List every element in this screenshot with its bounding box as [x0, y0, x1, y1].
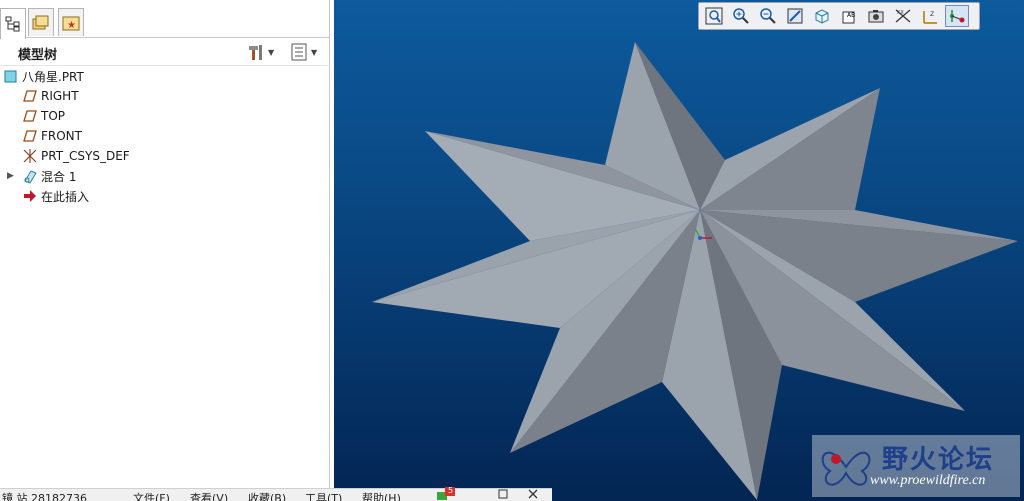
part-icon: [3, 68, 19, 84]
blend-feature-icon: [22, 168, 38, 184]
datum-plane-icon: [22, 88, 38, 104]
menu-help[interactable]: 帮助(H): [362, 490, 401, 501]
tree-item-label: FRONT: [41, 129, 82, 143]
datum-display-icon: XX: [895, 9, 911, 23]
tab-favorites[interactable]: ★: [58, 8, 84, 36]
status-left-text: 镜 站 28182736: [2, 492, 87, 501]
zoom-out-button[interactable]: [756, 5, 780, 27]
tab-model-tree[interactable]: [0, 8, 26, 39]
tree-header: 模型树 ▼ ▼: [0, 38, 330, 66]
hammer-tools-icon: [249, 45, 262, 60]
svg-text:Z: Z: [930, 11, 934, 18]
datum-plane-icon: [22, 108, 38, 124]
zoom-in-button[interactable]: [729, 5, 753, 27]
csys-display-button[interactable]: Z: [918, 5, 942, 27]
forum-watermark: 野火论坛 www.proewildfire.cn: [812, 435, 1020, 497]
menu-file[interactable]: 文件(F): [133, 490, 170, 501]
spin-center-icon: [950, 10, 965, 23]
camera-icon: [868, 10, 884, 23]
folders-icon: [32, 15, 49, 29]
panel-title: 模型树: [18, 48, 58, 63]
zoom-in-icon: [733, 8, 749, 24]
notification-badge: 5: [448, 486, 454, 495]
view-toolbar: AB XX Z: [698, 2, 980, 30]
navigator-tabs: ★: [0, 8, 330, 39]
menu-view[interactable]: 查看(V): [190, 490, 228, 501]
svg-text:AB: AB: [847, 12, 855, 19]
tree-root-label: 八角星.PRT: [22, 69, 84, 84]
csys-origin: [698, 236, 702, 240]
svg-text:XX: XX: [897, 10, 904, 16]
saved-views-icon: AB: [842, 11, 855, 24]
butterfly-logo-icon: [821, 451, 871, 486]
display-style-button[interactable]: [810, 5, 834, 27]
tree-item-label: RIGHT: [41, 89, 79, 103]
tree-item-insert-here[interactable]: 在此插入: [22, 186, 89, 206]
refit-icon: [705, 7, 723, 25]
tree-item-label: 在此插入: [41, 189, 90, 204]
insert-here-arrow-icon: [22, 188, 38, 204]
menu-favorites[interactable]: 收藏(B): [248, 490, 286, 501]
datum-plane-icon: [22, 128, 38, 144]
list-settings-icon: [291, 43, 307, 61]
eight-point-star-model[interactable]: [334, 0, 1024, 501]
notification-icon[interactable]: [436, 487, 458, 501]
repaint-button[interactable]: [783, 5, 807, 27]
favorites-folder-icon: ★: [62, 16, 80, 31]
tree-tools-button[interactable]: ▼: [247, 42, 274, 62]
tree-item-front[interactable]: FRONT: [22, 126, 82, 146]
maximize-icon[interactable]: [498, 489, 508, 501]
tree-item-label: PRT_CSYS_DEF: [41, 149, 130, 163]
tree-item-blend[interactable]: 混合 1: [22, 166, 76, 186]
tree-item-csys[interactable]: PRT_CSYS_DEF: [22, 146, 130, 166]
csys-display-icon: Z: [923, 11, 937, 24]
datum-display-button[interactable]: XX: [891, 5, 915, 27]
svg-text:★: ★: [67, 20, 76, 31]
chevron-down-icon: ▼: [311, 47, 318, 57]
close-icon[interactable]: [528, 489, 538, 501]
tree-item-label: TOP: [41, 109, 66, 123]
tree-settings-button[interactable]: ▼: [290, 42, 317, 62]
view-manager-button[interactable]: [864, 5, 888, 27]
model-tree-panel: ★ 模型树 ▼ ▼ 八角星.PRT RIGHT TOP FRONT PRT_CS…: [0, 0, 330, 501]
csys-icon: [22, 148, 38, 164]
zoom-out-icon: [760, 8, 776, 24]
shaded-cube-icon: [815, 9, 829, 24]
app-window: ★ 模型树 ▼ ▼ 八角星.PRT RIGHT TOP FRONT PRT_CS…: [0, 0, 1024, 501]
watermark-url: www.proewildfire.cn: [870, 473, 986, 488]
tree-root-item[interactable]: 八角星.PRT: [3, 66, 84, 86]
expand-arrow-icon[interactable]: ▶: [7, 171, 14, 181]
tree-item-right[interactable]: RIGHT: [22, 86, 79, 106]
saved-orientations-button[interactable]: AB: [837, 5, 861, 27]
chevron-down-icon: ▼: [268, 47, 275, 57]
menu-tools[interactable]: 工具(T): [305, 490, 342, 501]
spin-center-button[interactable]: [945, 5, 969, 27]
tree-item-top[interactable]: TOP: [22, 106, 65, 126]
tree-item-label: 混合 1: [41, 169, 77, 184]
repaint-icon: [787, 8, 803, 24]
tab-folder-browser[interactable]: [28, 8, 54, 36]
watermark-title: 野火论坛: [882, 445, 995, 475]
refit-button[interactable]: [702, 5, 726, 27]
tree-icon: [5, 16, 20, 32]
status-bar: 镜 站 28182736 文件(F) 查看(V) 收藏(B) 工具(T) 帮助(…: [0, 486, 552, 501]
